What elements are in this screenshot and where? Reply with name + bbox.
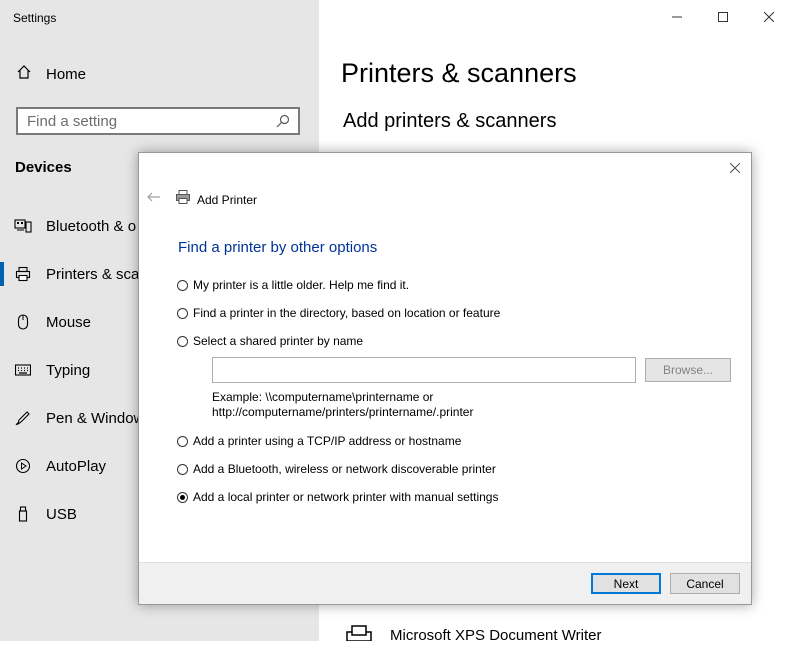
cancel-button[interactable]: Cancel (670, 573, 740, 594)
shared-printer-input[interactable] (212, 357, 636, 383)
option-bluetooth-wireless[interactable]: Add a Bluetooth, wireless or network dis… (177, 462, 496, 476)
printer-icon (175, 189, 191, 210)
dialog-footer: Next Cancel (139, 562, 751, 604)
home-icon (16, 64, 32, 85)
option-label: My printer is a little older. Help me fi… (193, 278, 410, 292)
page-subtitle: Add printers & scanners (343, 110, 557, 132)
home-nav-item[interactable]: Home (16, 64, 86, 85)
window-controls (654, 0, 792, 36)
option-label: Select a shared printer by name (193, 334, 364, 348)
close-icon (729, 160, 741, 178)
dialog-header: Add Printer (175, 189, 257, 210)
radio-button[interactable] (177, 335, 188, 347)
search-icon[interactable] (272, 114, 294, 128)
option-tcpip[interactable]: Add a printer using a TCP/IP address or … (177, 434, 461, 448)
option-local-manual[interactable]: Add a local printer or network printer w… (177, 490, 498, 504)
home-label: Home (46, 66, 87, 83)
autoplay-icon (14, 458, 32, 474)
close-button[interactable] (746, 0, 792, 36)
search-input[interactable]: Find a setting (16, 107, 300, 135)
section-title: Devices (15, 159, 72, 176)
option-directory-search[interactable]: Find a printer in the directory, based o… (177, 306, 500, 320)
maximize-icon (718, 9, 728, 27)
printer-list-item[interactable]: Microsoft XPS Document Writer (345, 624, 601, 646)
radio-button[interactable] (177, 279, 188, 291)
option-shared-printer[interactable]: Select a shared printer by name (177, 334, 363, 348)
radio-button[interactable] (177, 307, 188, 319)
next-button[interactable]: Next (591, 573, 661, 594)
example-text: Example: \\computername\printername or h… (212, 390, 473, 420)
sidebar-item-label: Printers & scan (46, 265, 148, 283)
add-printer-dialog: Add Printer Find a printer by other opti… (138, 152, 752, 605)
option-label: Find a printer in the directory, based o… (193, 306, 501, 320)
back-arrow-icon (147, 189, 161, 207)
example-line: http://computername/printers/printername… (212, 405, 474, 419)
radio-dot (180, 494, 185, 500)
sidebar-item-label: Typing (46, 361, 91, 379)
window-title: Settings (13, 11, 57, 25)
sidebar-item-label: Pen & Window (46, 409, 145, 427)
sidebar-item-label: Bluetooth & o (46, 217, 137, 235)
dialog-close-button[interactable] (725, 159, 745, 179)
minimize-icon (672, 9, 682, 27)
radio-button[interactable] (177, 463, 188, 475)
usb-icon (14, 506, 32, 522)
browse-button[interactable]: Browse... (645, 358, 731, 382)
keyboard-icon (14, 364, 32, 376)
sidebar-item-label: USB (46, 505, 77, 523)
sidebar-item-label: AutoPlay (46, 457, 107, 475)
dialog-heading: Find a printer by other options (178, 239, 378, 256)
example-line: Example: \\computername\printername or (212, 390, 434, 404)
option-label: Add a printer using a TCP/IP address or … (193, 434, 462, 448)
printer-device-icon (345, 624, 375, 646)
back-button[interactable] (145, 189, 163, 207)
minimize-button[interactable] (654, 0, 700, 36)
printer-icon (14, 266, 32, 282)
pen-icon (14, 410, 32, 426)
option-older-printer[interactable]: My printer is a little older. Help me fi… (177, 278, 409, 292)
sidebar-item-label: Mouse (46, 313, 92, 331)
page-title: Printers & scanners (341, 58, 577, 88)
dialog-title: Add Printer (197, 192, 258, 207)
close-icon (763, 9, 775, 27)
option-label: Add a local printer or network printer w… (193, 490, 499, 504)
radio-button-selected[interactable] (177, 491, 188, 503)
search-placeholder: Find a setting (27, 112, 118, 130)
maximize-button[interactable] (700, 0, 746, 36)
mouse-icon (14, 314, 32, 330)
radio-button[interactable] (177, 435, 188, 447)
bluetooth-devices-icon (14, 218, 32, 234)
option-label: Add a Bluetooth, wireless or network dis… (193, 462, 496, 476)
